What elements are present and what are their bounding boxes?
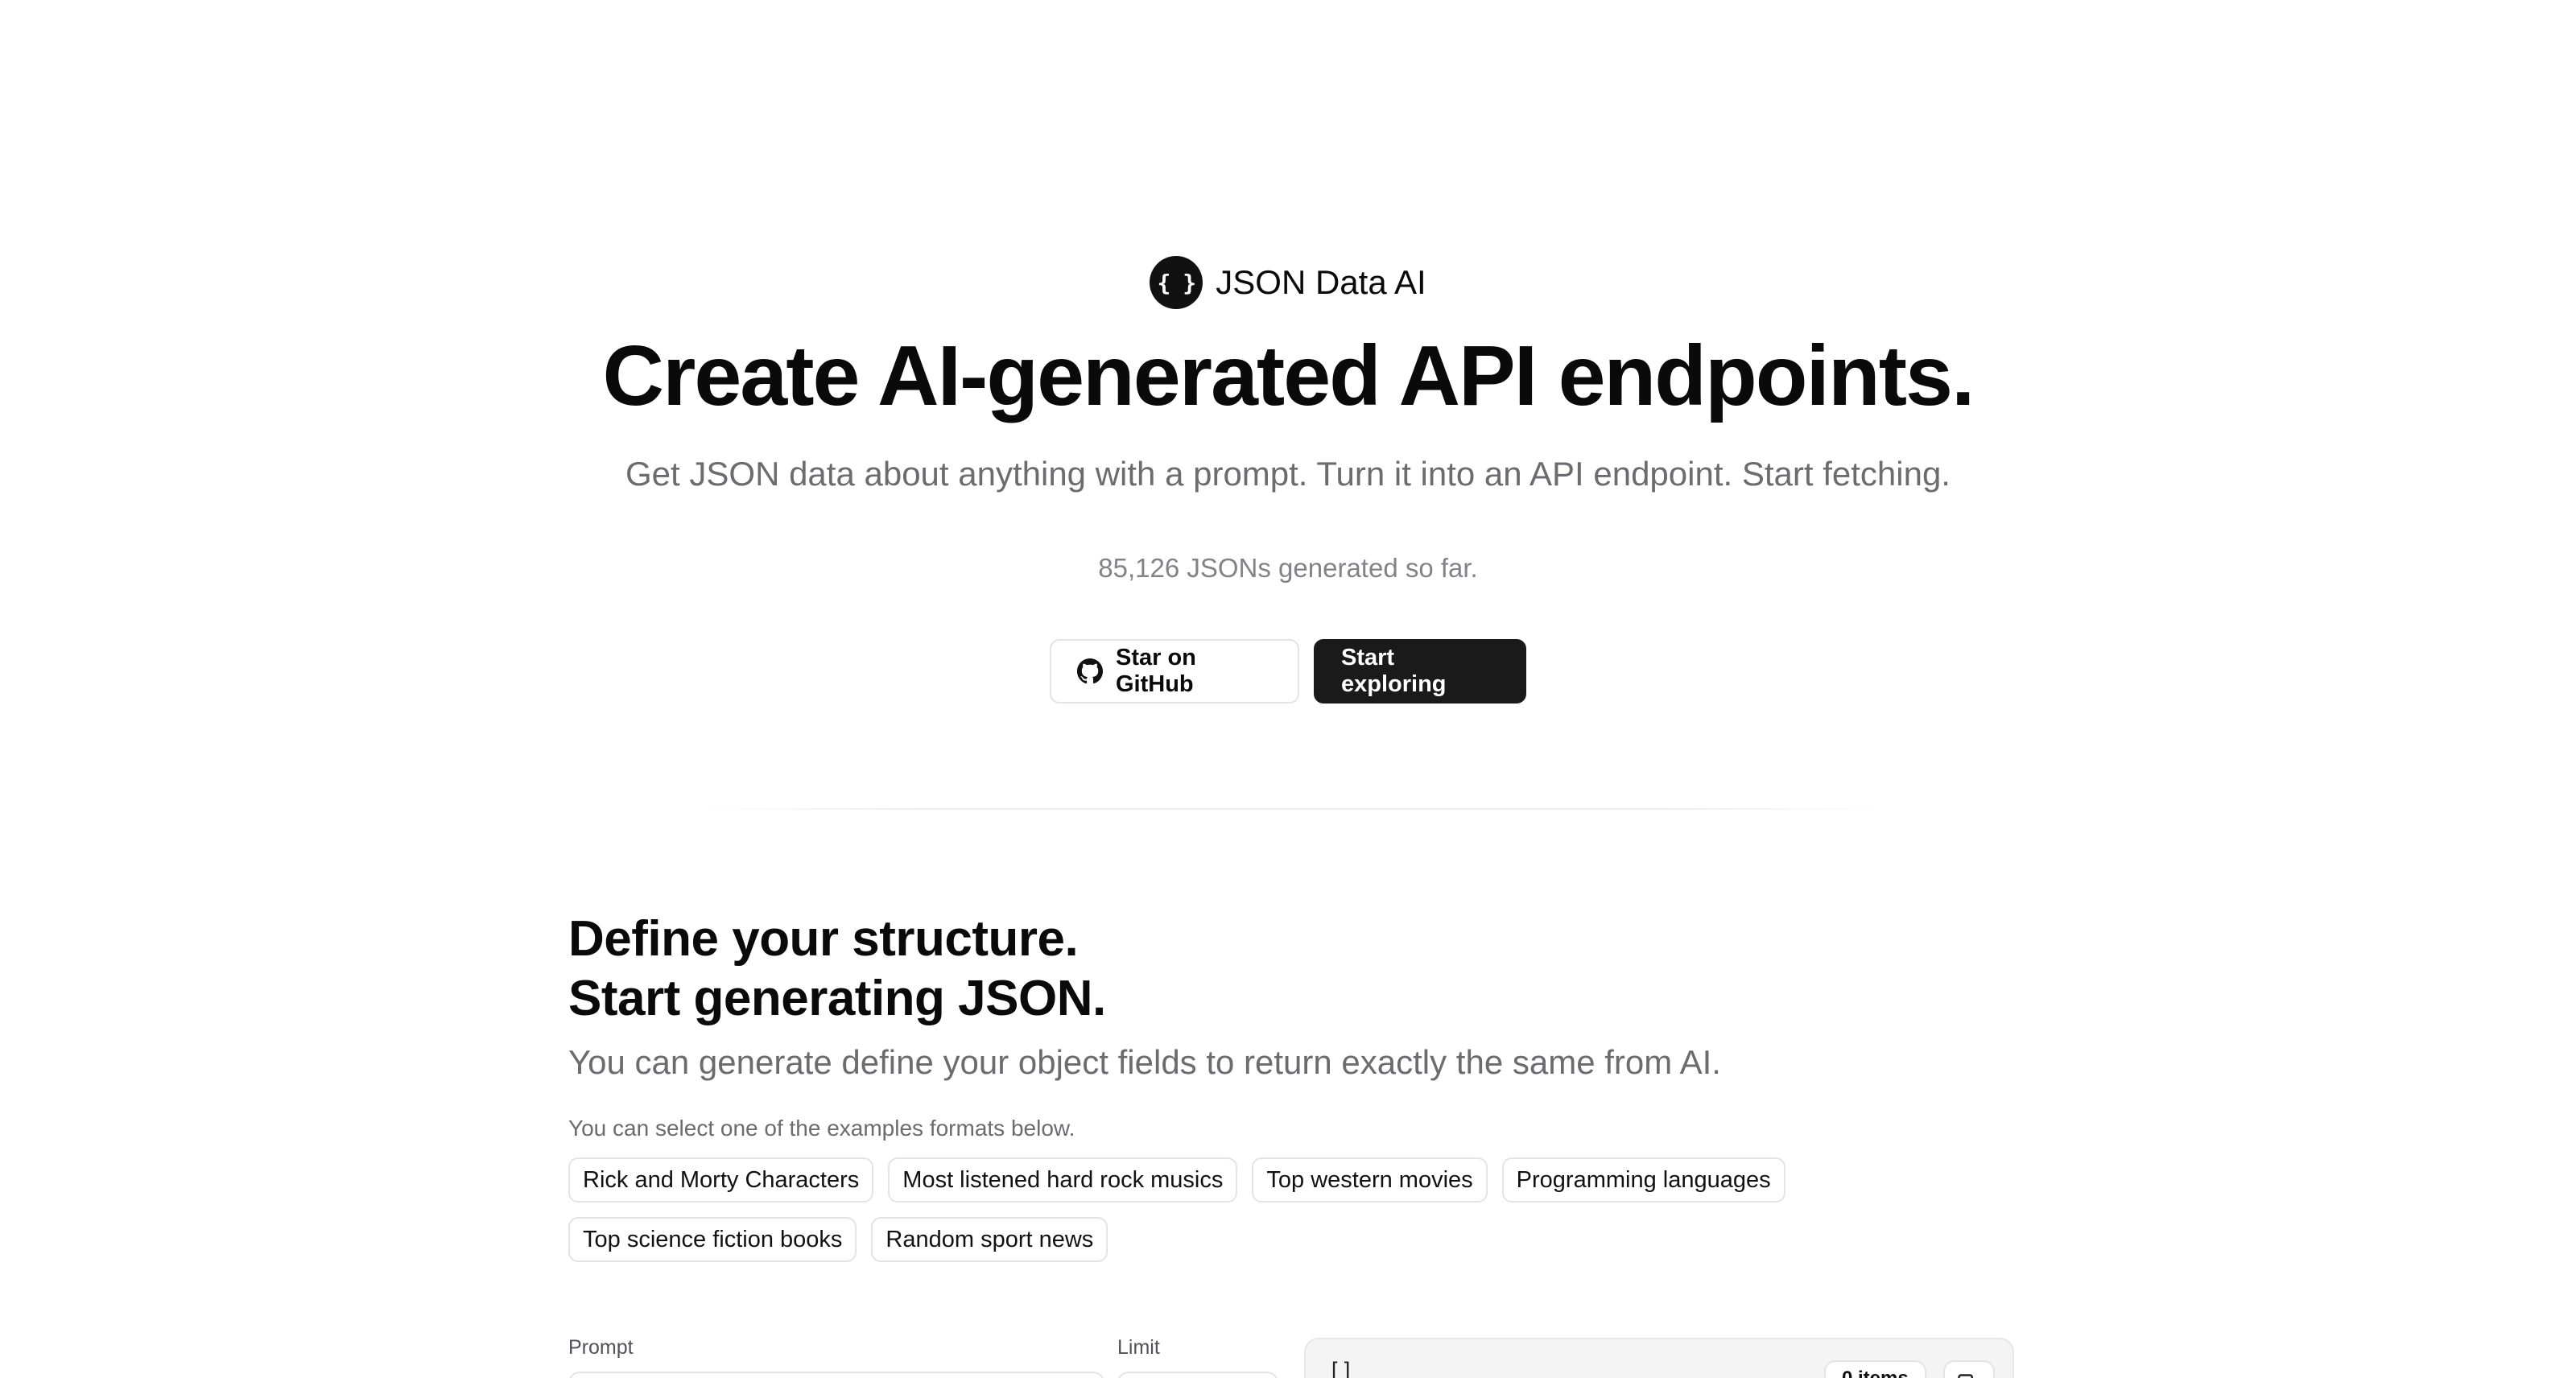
json-output: [] [1328,1359,1354,1378]
items-count-badge: 0 items [1824,1360,1926,1378]
github-button-label: Star on GitHub [1116,645,1196,697]
section-title: Define your structure. Start generating … [568,910,2017,1029]
start-exploring-button[interactable]: Start exploring [1314,639,1526,703]
generated-counter: 85,126 JSONs generated so far. [1098,553,1478,583]
prompt-label: Prompt [568,1336,634,1359]
example-chips: Rick and Morty Characters Most listened … [568,1157,1872,1262]
copy-icon [1957,1373,1981,1378]
section-title-line-2: Start generating JSON. [568,971,1106,1026]
braces-icon: { } [1150,256,1203,309]
brand-header: { } JSON Data AI [0,256,2576,309]
example-chip-sci-fi-books[interactable]: Top science fiction books [568,1217,857,1262]
json-output-panel: [] 0 items [1304,1338,2014,1378]
brand-name: JSON Data AI [1216,263,1426,301]
example-chip-sport-news[interactable]: Random sport news [871,1217,1108,1262]
copy-button[interactable] [1943,1360,1995,1378]
hero-title: Create AI-generated API endpoints. [602,328,1975,423]
limit-input[interactable] [1117,1372,1278,1378]
example-chip-hard-rock[interactable]: Most listened hard rock musics [888,1157,1238,1203]
section-description: You can generate define your object fiel… [568,1043,1721,1081]
section-title-line-1: Define your structure. [568,911,1079,967]
limit-label: Limit [1117,1336,1160,1359]
star-on-github-button[interactable]: Star on GitHub [1050,639,1299,703]
github-icon [1077,658,1103,684]
example-chip-programming-languages[interactable]: Programming languages [1501,1157,1785,1203]
prompt-input[interactable] [568,1372,1104,1378]
hero-subtitle: Get JSON data about anything with a prom… [625,455,1951,493]
examples-hint: You can select one of the examples forma… [568,1116,1075,1141]
structure-section: Define your structure. Start generating … [568,910,2017,1262]
example-chip-rick-and-morty[interactable]: Rick and Morty Characters [568,1157,874,1203]
section-divider [692,808,1892,810]
page: { } JSON Data AI Create AI-generated API… [0,0,2576,1378]
hero-actions: Star on GitHub Start exploring [0,639,2576,703]
example-chip-western-movies[interactable]: Top western movies [1252,1157,1488,1203]
